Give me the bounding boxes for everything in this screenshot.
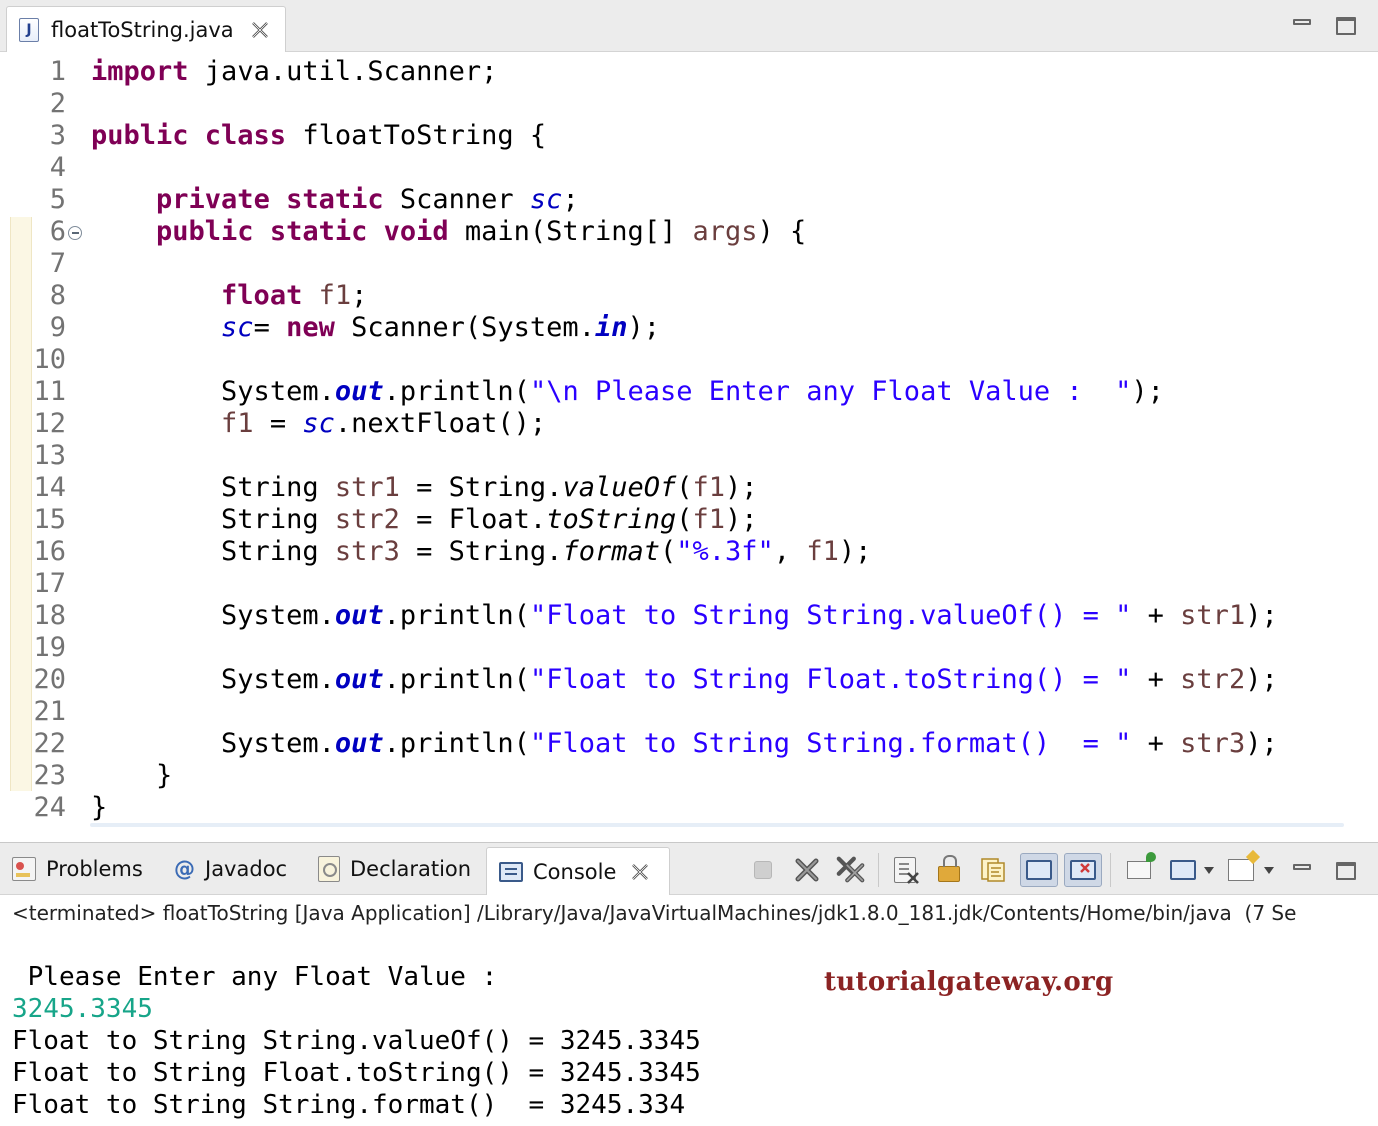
code-line: public class floatToString { — [91, 120, 547, 151]
maximize-icon[interactable] — [1334, 14, 1358, 38]
line-number: 21 — [33, 696, 66, 727]
code-line: System.out.println("\n Please Enter any … — [221, 376, 1164, 407]
line-number: 5 — [49, 184, 66, 215]
console-icon — [499, 861, 523, 882]
line-number: 13 — [33, 440, 66, 471]
watermark: tutorialgateway.org — [824, 967, 1114, 997]
java-file-icon: J — [19, 18, 39, 42]
minimize-icon[interactable] — [1290, 855, 1314, 879]
console-output[interactable]: Please Enter any Float Value : 3245.3345… — [12, 961, 701, 1121]
code-line: System.out.println("Float to String Stri… — [221, 728, 1278, 759]
line-number: 10 — [33, 344, 66, 375]
problems-icon — [12, 857, 36, 881]
close-icon[interactable] — [628, 860, 652, 884]
code-text[interactable]: import java.util.Scanner; public class f… — [91, 56, 1278, 824]
line-number: 6 — [49, 216, 66, 247]
console-status-line: <terminated> floatToString [Java Applica… — [12, 901, 1297, 925]
line-number: 9 — [49, 312, 66, 343]
editor-tab-floattostring[interactable]: J floatToString.java — [6, 6, 286, 53]
line-number: 18 — [33, 600, 66, 631]
console-output-line: Float to String String.format() = 3245.3… — [12, 1090, 686, 1120]
code-line: import java.util.Scanner; — [91, 56, 498, 87]
declaration-icon — [318, 856, 340, 882]
tab-label: Problems — [46, 857, 143, 881]
code-line: } — [91, 792, 108, 823]
editor-tab-label: floatToString.java — [51, 18, 234, 42]
minimize-icon[interactable] — [1290, 10, 1314, 34]
code-line: } — [91, 760, 173, 791]
console-output-line: Float to String String.valueOf() = 3245.… — [12, 1026, 701, 1056]
chevron-down-icon[interactable] — [1264, 867, 1274, 874]
display-console-icon[interactable] — [1168, 855, 1198, 885]
horizontal-scrollbar[interactable] — [90, 823, 1344, 827]
close-icon[interactable] — [248, 18, 272, 42]
line-number: 1 — [49, 56, 66, 87]
pin-console-icon[interactable] — [1124, 852, 1156, 885]
code-line: sc= new Scanner(System.in); — [221, 312, 660, 343]
line-number: 4 — [49, 152, 66, 183]
show-on-stderr-icon[interactable] — [1064, 853, 1102, 887]
tab-label: Declaration — [350, 857, 472, 881]
code-line: private static Scanner sc; — [156, 184, 579, 215]
tab-label: Console — [533, 859, 617, 884]
word-wrap-icon[interactable] — [978, 855, 1008, 885]
line-number: 19 — [33, 632, 66, 663]
line-number: 23 — [33, 760, 66, 791]
code-editor[interactable]: 1 2 3 4 5 6 7 8 9 10 11 12 13 14 15 16 1… — [0, 52, 1378, 837]
line-number: 20 — [33, 664, 66, 695]
panel-tab-bar: Problems @ Javadoc Declaration Console — [0, 843, 1378, 895]
code-line: System.out.println("Float to String Stri… — [221, 600, 1278, 631]
line-number: 12 — [33, 408, 66, 439]
tab-problems[interactable]: Problems — [12, 843, 143, 895]
terminate-icon[interactable] — [748, 855, 778, 885]
tab-label: Javadoc — [205, 857, 288, 881]
bottom-panel: Problems @ Javadoc Declaration Console <… — [0, 842, 1378, 1126]
show-on-stdout-icon[interactable] — [1020, 853, 1058, 887]
tab-console[interactable]: Console — [486, 847, 670, 895]
line-number: 14 — [33, 472, 66, 503]
line-number: 3 — [49, 120, 66, 151]
tab-declaration[interactable]: Declaration — [318, 843, 471, 895]
code-line: String str1 = String.valueOf(f1); — [221, 472, 758, 503]
line-number: 16 — [33, 536, 66, 567]
clear-console-icon[interactable] — [890, 855, 920, 885]
line-number: 2 — [49, 88, 66, 119]
javadoc-icon: @ — [174, 857, 195, 881]
scroll-lock-icon[interactable] — [934, 855, 964, 885]
remove-launch-icon[interactable] — [792, 855, 822, 885]
line-number: 7 — [49, 248, 66, 279]
code-line: public static void main(String[] args) { — [156, 216, 807, 247]
line-number: 11 — [33, 376, 66, 407]
line-number: 15 — [33, 504, 66, 535]
open-console-icon[interactable] — [1226, 855, 1256, 885]
code-line: float f1; — [221, 280, 368, 311]
console-user-input: 3245.3345 — [12, 994, 153, 1024]
maximize-icon[interactable] — [1334, 859, 1358, 883]
code-line: f1 = sc.nextFloat(); — [221, 408, 547, 439]
console-prompt-line: Please Enter any Float Value : — [12, 962, 529, 992]
code-line: System.out.println("Float to String Floa… — [221, 664, 1278, 695]
line-number: 24 — [33, 792, 66, 823]
chevron-down-icon[interactable] — [1204, 867, 1214, 874]
console-output-line: Float to String Float.toString() = 3245.… — [12, 1058, 701, 1088]
collapse-icon[interactable] — [68, 226, 82, 240]
line-number: 17 — [33, 568, 66, 599]
line-number: 22 — [33, 728, 66, 759]
editor-tab-bar: J floatToString.java — [0, 0, 1378, 53]
remove-all-terminated-icon[interactable] — [836, 855, 866, 885]
line-number: 8 — [49, 280, 66, 311]
tab-javadoc[interactable]: @ Javadoc — [174, 843, 287, 895]
code-line: String str3 = String.format("%.3f", f1); — [221, 536, 872, 567]
line-number-ruler: 1 2 3 4 5 6 7 8 9 10 11 12 13 14 15 16 1… — [20, 56, 66, 824]
code-line: String str2 = Float.toString(f1); — [221, 504, 758, 535]
